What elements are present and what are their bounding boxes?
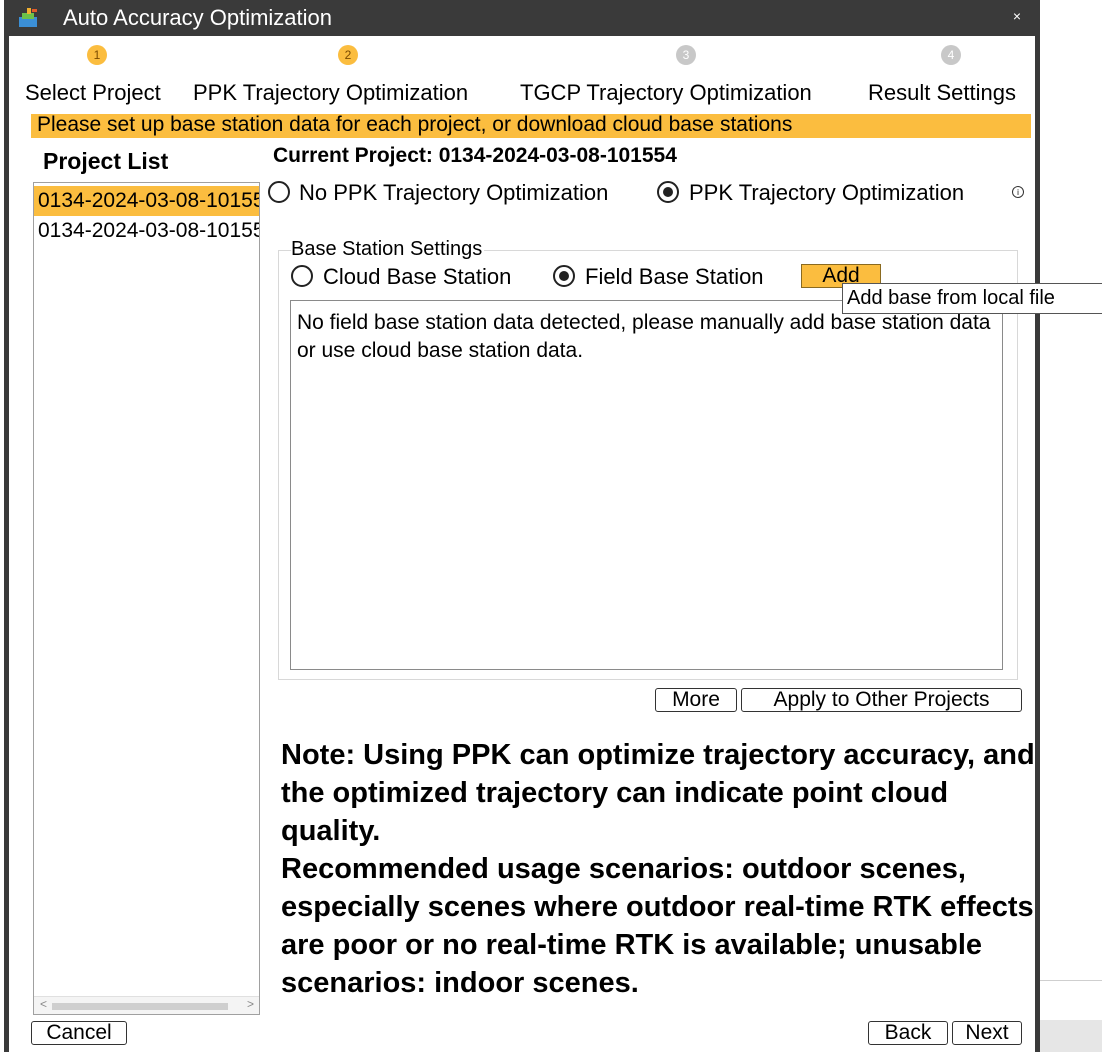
close-icon[interactable]: × [1013,8,1021,24]
cloud-base-station-label[interactable]: Cloud Base Station [323,264,511,290]
app-icon [19,8,37,27]
ppk-radio[interactable] [657,181,679,203]
more-button[interactable]: More [655,688,737,712]
base-station-message-area[interactable]: No field base station data detected, ple… [290,300,1003,670]
instruction-banner: Please set up base station data for each… [31,113,1031,138]
field-base-station-radio[interactable] [553,265,575,287]
background-divider [1040,980,1102,981]
base-station-group-title: Base Station Settings [291,238,485,261]
add-base-tooltip: Add base from local file [842,283,1102,314]
project-list-item[interactable]: 0134-2024-03-08-101554 [34,216,259,246]
no-ppk-radio[interactable] [268,181,290,203]
banner-text: Please set up base station data for each… [37,113,793,136]
base-station-message: No field base station data detected, ple… [297,311,991,362]
project-list-item[interactable]: 0134-2024-03-08-101554 [34,186,259,216]
scroll-right-icon[interactable]: > [247,997,254,1011]
next-button[interactable]: Next [952,1021,1022,1045]
step-1-indicator: 1 [87,45,107,65]
title-bar: Auto Accuracy Optimization × [9,0,1035,36]
current-project-title: Current Project: 0134-2024-03-08-101554 [273,144,677,167]
step-3-indicator: 3 [676,45,696,65]
step-4-label: Result Settings [868,80,1016,105]
horizontal-scrollbar[interactable]: < > [34,996,259,1014]
dialog-window: Auto Accuracy Optimization × 1 2 3 4 Sel… [4,0,1102,1052]
step-1-label: Select Project [25,80,161,105]
background-window [1040,0,1102,1052]
step-3-label: TGCP Trajectory Optimization [520,80,812,105]
ppk-label[interactable]: PPK Trajectory Optimization [689,180,964,206]
no-ppk-label[interactable]: No PPK Trajectory Optimization [299,180,608,206]
step-4-indicator: 4 [941,45,961,65]
note-line-1: Note: Using PPK can optimize trajectory … [281,739,1035,847]
scroll-left-icon[interactable]: < [40,997,47,1011]
back-button[interactable]: Back [868,1021,948,1045]
step-2-indicator: 2 [338,45,358,65]
info-icon[interactable]: i [1012,186,1024,198]
window-title: Auto Accuracy Optimization [63,5,333,30]
cloud-base-station-radio[interactable] [291,265,313,287]
note-text: Note: Using PPK can optimize trajectory … [281,736,1041,1002]
apply-to-other-projects-button[interactable]: Apply to Other Projects [741,688,1022,712]
step-2-label: PPK Trajectory Optimization [193,80,469,105]
field-base-station-label[interactable]: Field Base Station [585,264,764,290]
note-line-2: Recommended usage scenarios: outdoor sce… [281,853,1034,999]
project-list-title: Project List [43,148,169,174]
background-taskbar [1040,1020,1102,1052]
project-list[interactable]: 0134-2024-03-08-101554 0134-2024-03-08-1… [33,182,260,1015]
cancel-button[interactable]: Cancel [31,1021,127,1045]
scrollbar-thumb[interactable] [52,1003,228,1010]
